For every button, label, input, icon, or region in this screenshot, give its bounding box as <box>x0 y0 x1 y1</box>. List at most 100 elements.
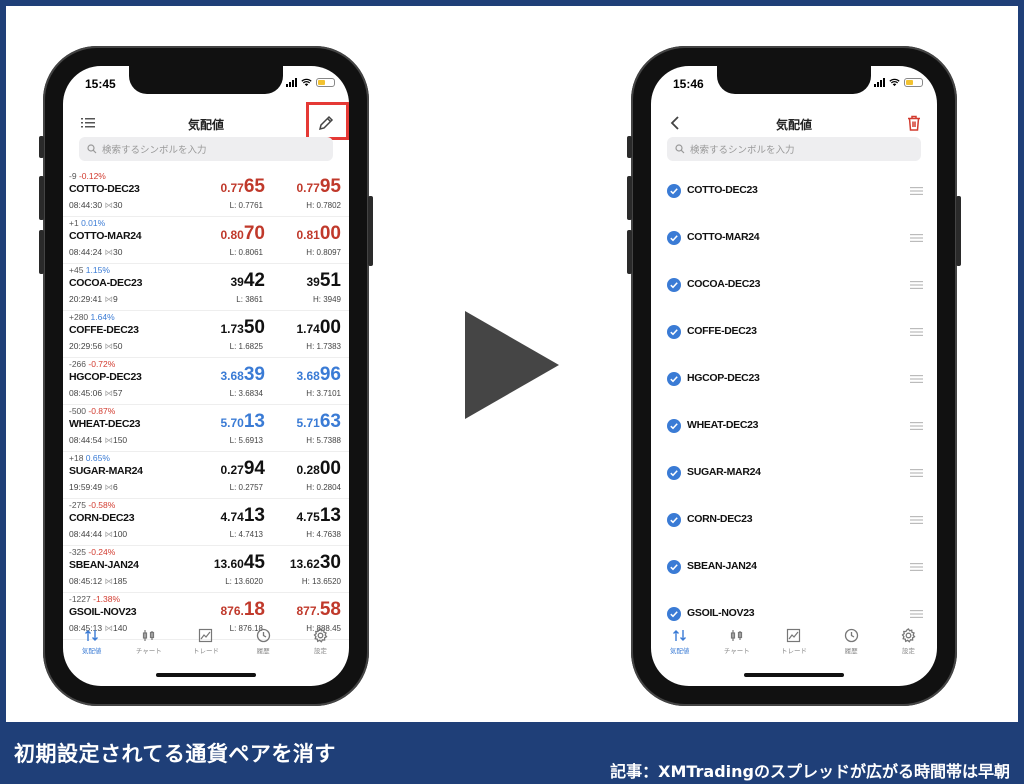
symbol-name: SUGAR-MAR24 <box>69 465 143 477</box>
spread-icon: ⋈ <box>104 482 113 492</box>
trash-icon[interactable] <box>905 114 923 132</box>
tab-settings[interactable]: 設定 <box>295 628 345 668</box>
edit-row[interactable]: COCOA-DEC23 <box>651 264 937 311</box>
bid-price: 0.7765 <box>221 176 266 198</box>
low-price: L: 4.7413 <box>229 530 263 539</box>
quote-time: 08:44:24 <box>69 247 103 257</box>
tab-label: トレード <box>192 647 219 655</box>
bid-price-prefix: 4.74 <box>220 510 244 524</box>
tab-trade[interactable]: トレード <box>181 628 231 668</box>
drag-handle-icon[interactable] <box>910 610 923 618</box>
drag-handle-icon[interactable] <box>910 516 923 524</box>
drag-handle-icon[interactable] <box>910 187 923 195</box>
edit-row[interactable]: COTTO-DEC23 <box>651 170 937 217</box>
change-points: +1 <box>69 218 79 228</box>
drag-handle-icon[interactable] <box>910 469 923 477</box>
phone-volume-down-button <box>627 230 632 274</box>
phone-mute-button <box>39 136 44 158</box>
checkmark-icon[interactable] <box>667 372 681 386</box>
tab-quotes[interactable]: 気配値 <box>655 628 705 668</box>
search-input[interactable]: 検索するシンボルを入力 <box>79 137 333 161</box>
checkmark-icon[interactable] <box>667 278 681 292</box>
article-link[interactable]: 記事：XMTradingのスプレッドが広がる時間帯は早朝 <box>610 758 1010 782</box>
change-percent: 0.01% <box>81 218 106 228</box>
drag-handle-icon[interactable] <box>910 563 923 571</box>
checkmark-icon[interactable] <box>667 607 681 621</box>
edit-row[interactable]: HGCOP-DEC23 <box>651 358 937 405</box>
symbol-name: SUGAR-MAR24 <box>687 466 761 478</box>
edit-row[interactable]: SBEAN-JAN24 <box>651 546 937 593</box>
quote-row[interactable]: -500 -0.87% WHEAT-DEC23 08:44:54 ⋈150 5.701… <box>63 405 349 452</box>
symbol-name: CORN-DEC23 <box>69 512 135 524</box>
low-price: L: 5.6913 <box>229 436 263 445</box>
high-price: H: 5.7388 <box>306 436 341 445</box>
quote-row[interactable]: +280 1.64% COFFE-DEC23 20:29:56 ⋈50 1.7350 1… <box>63 311 349 358</box>
tab-chart[interactable]: チャート <box>712 628 762 668</box>
change-value: -275 -0.58% <box>69 500 115 510</box>
ask-price-prefix: 39 <box>306 275 320 289</box>
change-percent: 0.65% <box>85 453 110 463</box>
edit-highlight-box <box>306 102 349 140</box>
bid-price-pips: 39 <box>243 364 265 385</box>
edit-row[interactable]: COTTO-MAR24 <box>651 217 937 264</box>
checkmark-icon[interactable] <box>667 419 681 433</box>
ask-price: 3951 <box>307 270 342 292</box>
high-price: H: 3.7101 <box>306 389 341 398</box>
tab-chart[interactable]: チャート <box>124 628 174 668</box>
edit-row[interactable]: CORN-DEC23 <box>651 499 937 546</box>
quote-row[interactable]: +1 0.01% COTTO-MAR24 08:44:24 ⋈30 0.8070 0.8… <box>63 217 349 264</box>
search-icon <box>675 144 685 154</box>
ask-price-prefix: 1.74 <box>296 322 320 336</box>
checkmark-icon[interactable] <box>667 325 681 339</box>
drag-handle-icon[interactable] <box>910 281 923 289</box>
edit-row[interactable]: COFFE-DEC23 <box>651 311 937 358</box>
quote-row[interactable]: -275 -0.58% CORN-DEC23 08:44:44 ⋈100 4.7413… <box>63 499 349 546</box>
checkmark-icon[interactable] <box>667 231 681 245</box>
spread-icon: ⋈ <box>104 435 113 445</box>
search-input[interactable]: 検索するシンボルを入力 <box>667 137 921 161</box>
drag-handle-icon[interactable] <box>910 234 923 242</box>
quote-time: 08:44:54 <box>69 435 103 445</box>
change-percent: 1.15% <box>85 265 110 275</box>
bid-price: 0.2794 <box>221 458 266 480</box>
high-price: H: 4.7638 <box>306 530 341 539</box>
drag-handle-icon[interactable] <box>910 422 923 430</box>
bid-price-prefix: 876. <box>220 604 244 618</box>
clock-icon <box>844 628 858 643</box>
quote-row[interactable]: -9 -0.12% COTTO-DEC23 08:44:30 ⋈30 0.7765 0.… <box>63 170 349 217</box>
checkmark-icon[interactable] <box>667 184 681 198</box>
symbol-name: HGCOP-DEC23 <box>69 371 142 383</box>
high-price: H: 0.7802 <box>306 201 341 210</box>
tab-settings[interactable]: 設定 <box>883 628 933 668</box>
symbol-name: GSOIL-NOV23 <box>69 606 137 618</box>
low-price: L: 13.6020 <box>225 577 263 586</box>
quote-row[interactable]: -325 -0.24% SBEAN-JAN24 08:45:12 ⋈185 13.60… <box>63 546 349 593</box>
bid-price-pips: 13 <box>243 411 265 432</box>
quote-row[interactable]: +45 1.15% COCOA-DEC23 20:29:41 ⋈9 3942 3951 L… <box>63 264 349 311</box>
tab-label: チャート <box>135 647 162 655</box>
quote-meta: 08:45:06 ⋈57 <box>69 388 122 399</box>
quote-row[interactable]: -266 -0.72% HGCOP-DEC23 08:45:06 ⋈57 3.6839… <box>63 358 349 405</box>
edit-row[interactable]: SUGAR-MAR24 <box>651 452 937 499</box>
arrows-updown-icon <box>85 630 99 641</box>
quote-time: 08:44:30 <box>69 200 103 210</box>
phone-volume-down-button <box>39 230 44 274</box>
tab-history[interactable]: 履歴 <box>826 628 876 668</box>
change-points: -266 <box>69 359 87 369</box>
drag-handle-icon[interactable] <box>910 328 923 336</box>
change-points: -275 <box>69 500 87 510</box>
bid-price: 5.7013 <box>221 411 266 433</box>
change-points: -325 <box>69 547 87 557</box>
edit-row[interactable]: WHEAT-DEC23 <box>651 405 937 452</box>
quote-row[interactable]: +18 0.65% SUGAR-MAR24 19:59:49 ⋈6 0.2794 0.2… <box>63 452 349 499</box>
tab-history[interactable]: 履歴 <box>238 628 288 668</box>
tab-trade[interactable]: トレード <box>769 628 819 668</box>
checkmark-icon[interactable] <box>667 466 681 480</box>
arrows-updown-icon <box>673 630 687 641</box>
tab-quotes[interactable]: 気配値 <box>67 628 117 668</box>
drag-handle-icon[interactable] <box>910 375 923 383</box>
trade-chart-icon <box>199 628 213 643</box>
checkmark-icon[interactable] <box>667 513 681 527</box>
checkmark-icon[interactable] <box>667 560 681 574</box>
ask-price: 0.8100 <box>297 223 342 245</box>
